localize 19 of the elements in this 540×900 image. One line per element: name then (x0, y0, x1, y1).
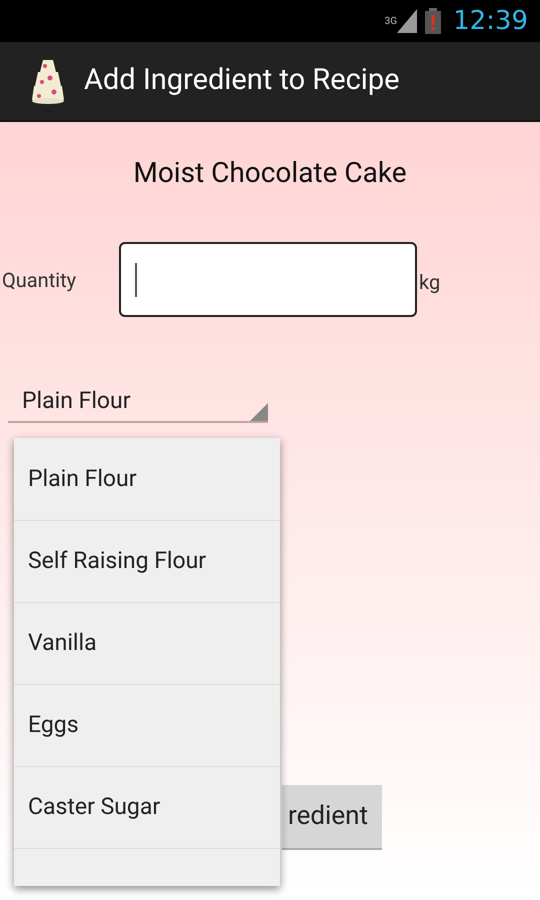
quantity-label: Quantity (1, 266, 78, 294)
unit-label: kg (419, 268, 440, 296)
ingredient-spinner[interactable]: Plain Flour (8, 381, 268, 423)
add-ingredient-button[interactable]: redient (282, 785, 382, 850)
recipe-title: Moist Chocolate Cake (133, 155, 407, 191)
dropdown-item[interactable]: Eggs (14, 684, 280, 766)
network-type: 3G (384, 17, 398, 27)
dropdown-triangle-icon (250, 403, 268, 421)
clock: 12:39 (453, 4, 528, 38)
battery-alert-icon (425, 8, 442, 34)
signal-icon (397, 9, 418, 33)
dropdown-item[interactable]: Vanilla (14, 602, 280, 684)
screen-title: Add Ingredient to Recipe (84, 62, 400, 100)
quantity-field[interactable] (119, 242, 417, 317)
dropdown-item[interactable]: Caster Sugar (14, 766, 280, 848)
cake-icon[interactable] (30, 58, 66, 104)
text-cursor (135, 262, 137, 296)
dropdown-item[interactable]: Self Raising Flour (14, 520, 280, 602)
dropdown-item[interactable]: Plain Flour (14, 438, 280, 520)
